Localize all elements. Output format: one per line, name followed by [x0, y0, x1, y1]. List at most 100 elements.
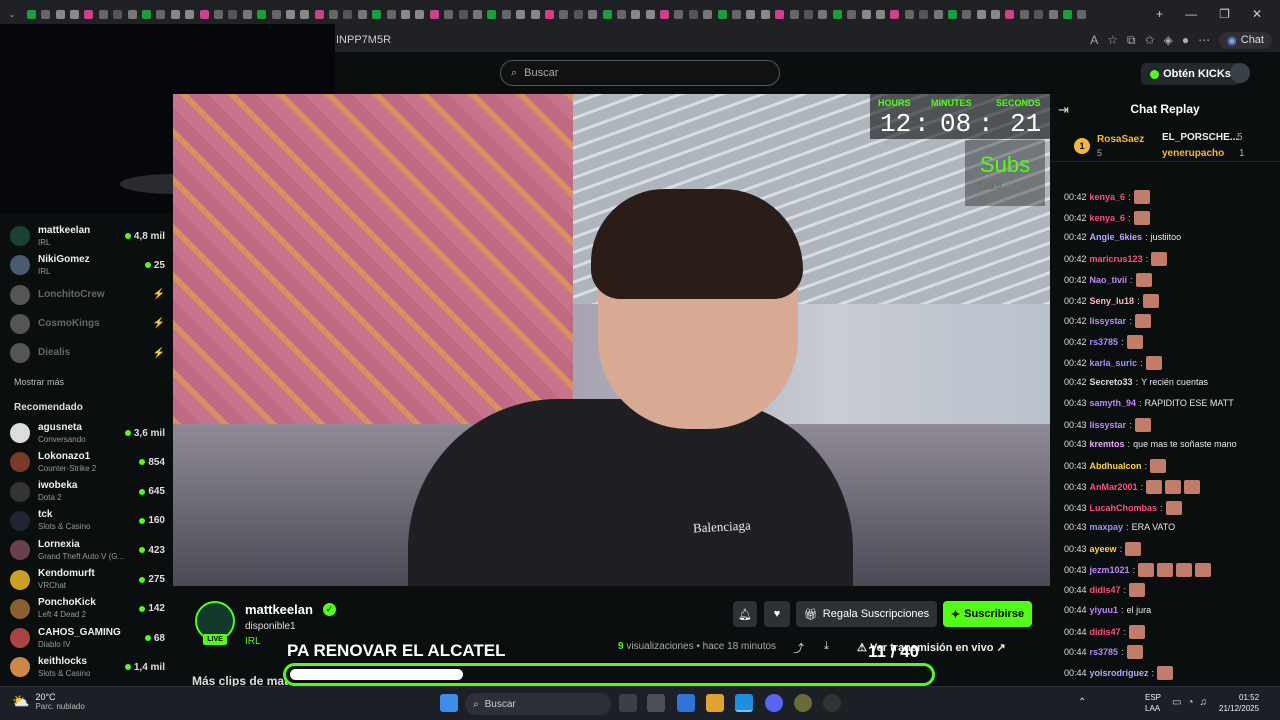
browser-tab[interactable] [1061, 0, 1075, 28]
browser-tab[interactable] [1003, 0, 1017, 28]
browser-tab[interactable] [888, 0, 902, 28]
sidebar-channel[interactable]: PonchoKick Left 4 Dead 2 142 [10, 595, 165, 623]
new-tab-icon[interactable]: + [1156, 7, 1163, 21]
chat-username[interactable]: kenya_6 [1090, 212, 1126, 224]
browser-tab[interactable] [341, 0, 355, 28]
browser-tab[interactable] [873, 0, 887, 28]
chat-username[interactable]: yoisrodriguez [1090, 667, 1149, 679]
notification-bell-button[interactable]: 🔔︎ [733, 601, 757, 627]
chat-username[interactable]: lissystar [1090, 419, 1127, 431]
chat-username[interactable]: Angie_6kies [1090, 231, 1143, 243]
browser-tab[interactable] [830, 0, 844, 28]
chat-username[interactable]: AnMar2001 [1090, 481, 1138, 493]
sidebar-channel[interactable]: CosmoKings ⚡ [10, 310, 165, 338]
sidebar-channel[interactable]: Lornexia Grand Theft Auto V (G... 423 [10, 536, 165, 564]
browser-tab[interactable] [355, 0, 369, 28]
sidebar-channel[interactable]: keithlocks Slots & Casino 1,4 mil [10, 653, 165, 681]
start-icon[interactable] [440, 694, 458, 712]
chat-username[interactable]: yiyuu1 [1090, 604, 1119, 616]
browser-tab[interactable] [514, 0, 528, 28]
sidebar-channel[interactable]: CAHOS_GAMING Diablo IV 68 [10, 624, 165, 652]
favorites-icon[interactable]: ✩ [1145, 33, 1155, 47]
search-box[interactable]: ⌕ Buscar [500, 60, 780, 86]
show-more-link[interactable]: Mostrar más [14, 377, 64, 387]
sidebar-channel[interactable]: iwobeka Dota 2 645 [10, 478, 165, 506]
stream-category[interactable]: IRL [245, 636, 261, 647]
browser-tab[interactable] [571, 0, 585, 28]
browser-tab[interactable] [960, 0, 974, 28]
browser-tab[interactable] [586, 0, 600, 28]
shield-icon[interactable]: ◈ [1164, 33, 1173, 47]
share-icon[interactable]: ⤴ [793, 640, 804, 656]
extensions-icon[interactable]: ⧉ [1127, 33, 1136, 48]
chat-username[interactable]: LucahChombas [1090, 502, 1158, 514]
browser-tab[interactable] [902, 0, 916, 28]
browser-tab[interactable] [787, 0, 801, 28]
chat-username[interactable]: Seny_lu18 [1090, 295, 1135, 307]
chat-username[interactable]: maricrus123 [1090, 253, 1143, 265]
browser-tab[interactable] [701, 0, 715, 28]
browser-tab[interactable] [845, 0, 859, 28]
chat-username[interactable]: jezm1021 [1090, 564, 1130, 576]
chat-username[interactable]: rs3785 [1090, 646, 1119, 658]
taskbar-search[interactable]: ⌕ Buscar [465, 693, 611, 715]
sidebar-channel[interactable]: Diealis ⚡ [10, 339, 165, 367]
browser-tab[interactable] [499, 0, 513, 28]
sidebar-channel[interactable]: NikiGomez IRL 25 [10, 251, 165, 279]
browser-tab[interactable] [974, 0, 988, 28]
download-icon[interactable]: ⤓ [824, 640, 829, 653]
sidebar-channel[interactable]: mattkeelan IRL 4,8 mil [10, 222, 165, 250]
store-icon[interactable] [647, 694, 665, 712]
sidebar-channel[interactable]: LonchitoCrew ⚡ [10, 281, 165, 309]
browser-tab[interactable] [614, 0, 628, 28]
chat-username[interactable]: samyth_94 [1090, 397, 1137, 409]
chat-username[interactable]: maxpay [1090, 521, 1124, 533]
browser-tab[interactable] [485, 0, 499, 28]
gift-subs-button[interactable]: 🎁︎ Regala Suscripciones [796, 601, 937, 627]
app-icon[interactable] [794, 694, 812, 712]
copilot-chat-button[interactable]: ◉ Chat [1219, 31, 1272, 49]
discord-icon[interactable] [765, 694, 783, 712]
browser-tab[interactable] [471, 0, 485, 28]
chat-username[interactable]: Abdhualcon [1090, 460, 1142, 472]
language-indicator[interactable]: ESP LAA [1145, 692, 1161, 714]
edge-icon[interactable] [735, 694, 753, 712]
browser-tab[interactable] [557, 0, 571, 28]
url-text[interactable]: INPP7M5R [336, 34, 391, 46]
browser-tab[interactable] [744, 0, 758, 28]
sidebar-channel[interactable]: tck Slots & Casino 160 [10, 507, 165, 535]
browser-tab[interactable] [945, 0, 959, 28]
sidebar-channel[interactable]: Lokonazo1 Counter-Strike 2 854 [10, 448, 165, 476]
chat-username[interactable]: kenya_6 [1090, 191, 1126, 203]
user-avatar[interactable] [1230, 63, 1250, 83]
browser-tab[interactable] [1017, 0, 1031, 28]
minimize-icon[interactable]: — [1185, 7, 1197, 21]
task-view-icon[interactable] [619, 694, 637, 712]
subscribe-button[interactable]: ✦ Suscribirse [943, 601, 1032, 627]
browser-tab[interactable] [658, 0, 672, 28]
browser-tab[interactable] [816, 0, 830, 28]
browser-tab[interactable] [758, 0, 772, 28]
browser-tab[interactable] [399, 0, 413, 28]
chat-username[interactable]: rs3785 [1090, 336, 1119, 348]
sidebar-channel[interactable]: Kendomurft VRChat 275 [10, 566, 165, 594]
streamer-name[interactable]: mattkeelan [245, 602, 313, 617]
browser-tab[interactable] [686, 0, 700, 28]
more-icon[interactable]: ⋯ [1198, 33, 1210, 47]
browser-tab[interactable] [456, 0, 470, 28]
browser-tab[interactable] [773, 0, 787, 28]
app-icon[interactable] [823, 694, 841, 712]
browser-tab[interactable] [730, 0, 744, 28]
browser-tab[interactable] [1032, 0, 1046, 28]
chat-username[interactable]: lissystar [1090, 315, 1127, 327]
sidebar-channel[interactable]: agusneta Conversando 3,6 mil [10, 419, 165, 447]
browser-tab[interactable] [672, 0, 686, 28]
tray-icons[interactable]: ▭◔♫ [1172, 697, 1213, 708]
favorite-icon[interactable]: ☆ [1107, 33, 1118, 47]
chat-username[interactable]: didis47 [1090, 626, 1121, 638]
chat-username[interactable]: karla_suric [1090, 357, 1138, 369]
browser-tab[interactable] [600, 0, 614, 28]
browser-tab[interactable] [442, 0, 456, 28]
browser-tab[interactable] [370, 0, 384, 28]
browser-tab[interactable] [715, 0, 729, 28]
